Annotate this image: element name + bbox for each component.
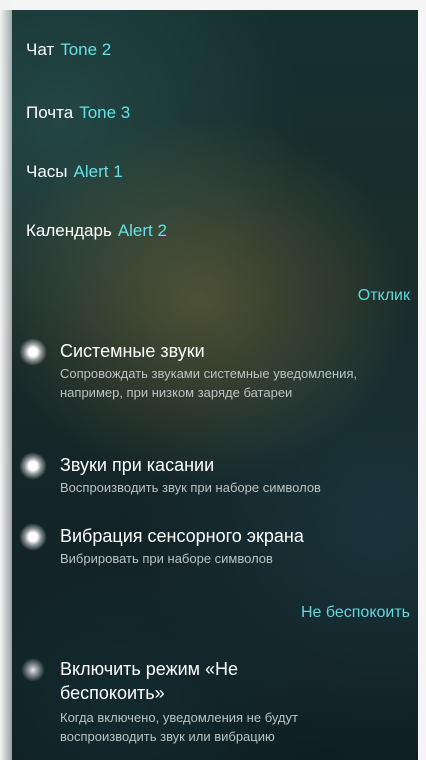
tone-row-clock[interactable]: Часы Alert 1 xyxy=(26,162,123,182)
toggle-system-sounds[interactable]: Системные звуки Сопровождать звуками сис… xyxy=(0,338,426,428)
tone-row-calendar[interactable]: Календарь Alert 2 xyxy=(26,221,167,241)
tone-row-chat[interactable]: Чат Tone 2 xyxy=(26,40,111,60)
toggle-dnd[interactable]: Включить режим «Не беспокоить» Когда вкл… xyxy=(0,656,426,751)
tone-label: Календарь xyxy=(26,221,112,240)
toggle-dot-icon[interactable] xyxy=(19,452,47,480)
item-title: Системные звуки xyxy=(60,341,205,361)
tone-value: Alert 2 xyxy=(117,221,167,240)
toggle-touch-sounds[interactable]: Звуки при касании Воспроизводить звук пр… xyxy=(0,452,426,502)
tone-label: Часы xyxy=(26,162,68,181)
section-header-dnd: Не беспокоить xyxy=(300,604,410,621)
item-title: Звуки при касании xyxy=(60,455,215,475)
item-description: Вибрировать при наборе символов xyxy=(60,551,273,566)
toggle-dot-icon[interactable] xyxy=(19,656,47,684)
item-title: Включить режим «Не беспокоить» xyxy=(60,659,239,703)
settings-screen: Чат Tone 2 Почта Tone 3 Часы Alert 1 Календ… xyxy=(0,0,426,760)
item-title: Вибрация сенсорного экрана xyxy=(60,526,304,546)
toggle-dot-icon[interactable] xyxy=(19,523,47,551)
item-description: Когда включено, уведомления не будут вос… xyxy=(60,710,298,744)
tone-label: Чат xyxy=(26,40,55,59)
tone-value: Tone 2 xyxy=(60,40,112,59)
item-description: Сопровождать звуками системные уведомлен… xyxy=(60,366,358,400)
tone-row-mail[interactable]: Почта Tone 3 xyxy=(26,103,130,123)
tone-label: Почта xyxy=(26,103,74,122)
item-description: Воспроизводить звук при наборе символов xyxy=(60,480,321,495)
section-header-feedback: Отклик xyxy=(357,287,410,304)
top-edge xyxy=(0,0,426,10)
toggle-touch-vibration[interactable]: Вибрация сенсорного экрана Вибрировать п… xyxy=(0,523,426,573)
toggle-dot-icon[interactable] xyxy=(19,338,47,366)
tone-value: Alert 1 xyxy=(73,162,123,181)
tone-value: Tone 3 xyxy=(79,103,131,122)
